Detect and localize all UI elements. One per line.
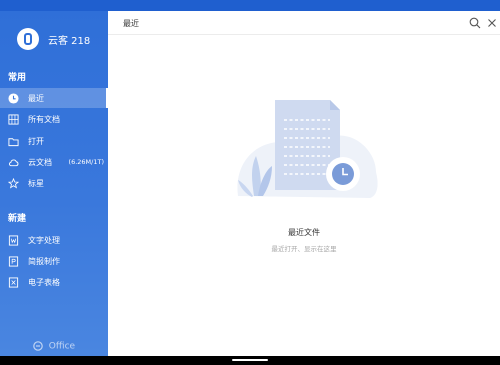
cloud-icon (9, 158, 19, 166)
sidebar-item-label: 云文档 (28, 157, 52, 167)
account-header[interactable]: 云客 218 (17, 26, 90, 52)
empty-state-title: 最近文件 (288, 228, 320, 237)
sidebar-item-label: 简报制作 (28, 256, 60, 266)
brand-name: Office (48, 341, 76, 352)
sidebar-item-label: 文字处理 (28, 235, 60, 245)
sidebar-item-new-spreadsheet[interactable]: 电子表格 (0, 272, 108, 292)
sidebar-item-open[interactable]: 打开 (0, 131, 108, 151)
sidebar: 云客 218 常用 最近 所有文档 打开 云文档 (6.26M/1T) 标星 新… (0, 11, 108, 356)
account-name: 云客 218 (48, 35, 91, 47)
sidebar-item-cloud[interactable]: 云文档 (6.26M/1T) (0, 152, 108, 172)
sidebar-item-recent[interactable]: 最近 (0, 88, 108, 108)
folder-icon (8, 137, 19, 146)
sidebar-item-label: 最近 (28, 93, 44, 103)
sidebar-item-starred[interactable]: 标星 (0, 173, 108, 193)
close-icon[interactable] (486, 17, 498, 29)
brand-icon (33, 341, 43, 351)
clock-icon (8, 92, 19, 104)
word-doc-icon (8, 234, 19, 246)
search-icon[interactable] (469, 17, 481, 29)
home-indicator[interactable] (232, 359, 268, 361)
page-title: 最近 (123, 19, 139, 28)
sidebar-item-label: 所有文档 (28, 114, 60, 124)
status-bar (0, 0, 500, 11)
cloud-storage-usage: (6.26M/1T) (68, 158, 104, 166)
sidebar-item-all-documents[interactable]: 所有文档 (0, 109, 108, 129)
presentation-icon (8, 255, 19, 267)
system-navigation-bar (0, 356, 500, 365)
empty-state-illustration (237, 100, 378, 198)
avatar[interactable] (17, 28, 39, 50)
star-icon (8, 177, 19, 189)
document-grid-icon (8, 113, 19, 125)
brand-logo: Office (0, 341, 108, 352)
sidebar-item-label: 打开 (28, 136, 44, 146)
empty-state-subtitle: 最近打开、显示在这里 (271, 245, 337, 253)
spreadsheet-icon (8, 276, 19, 288)
section-title-new: 新建 (8, 214, 27, 224)
sidebar-item-label: 标星 (28, 178, 44, 188)
sidebar-item-new-document[interactable]: 文字处理 (0, 230, 108, 250)
top-bar: 最近 (108, 11, 500, 35)
section-title-common: 常用 (8, 73, 27, 83)
sidebar-item-new-presentation[interactable]: 简报制作 (0, 251, 108, 271)
sidebar-item-label: 电子表格 (28, 277, 60, 287)
